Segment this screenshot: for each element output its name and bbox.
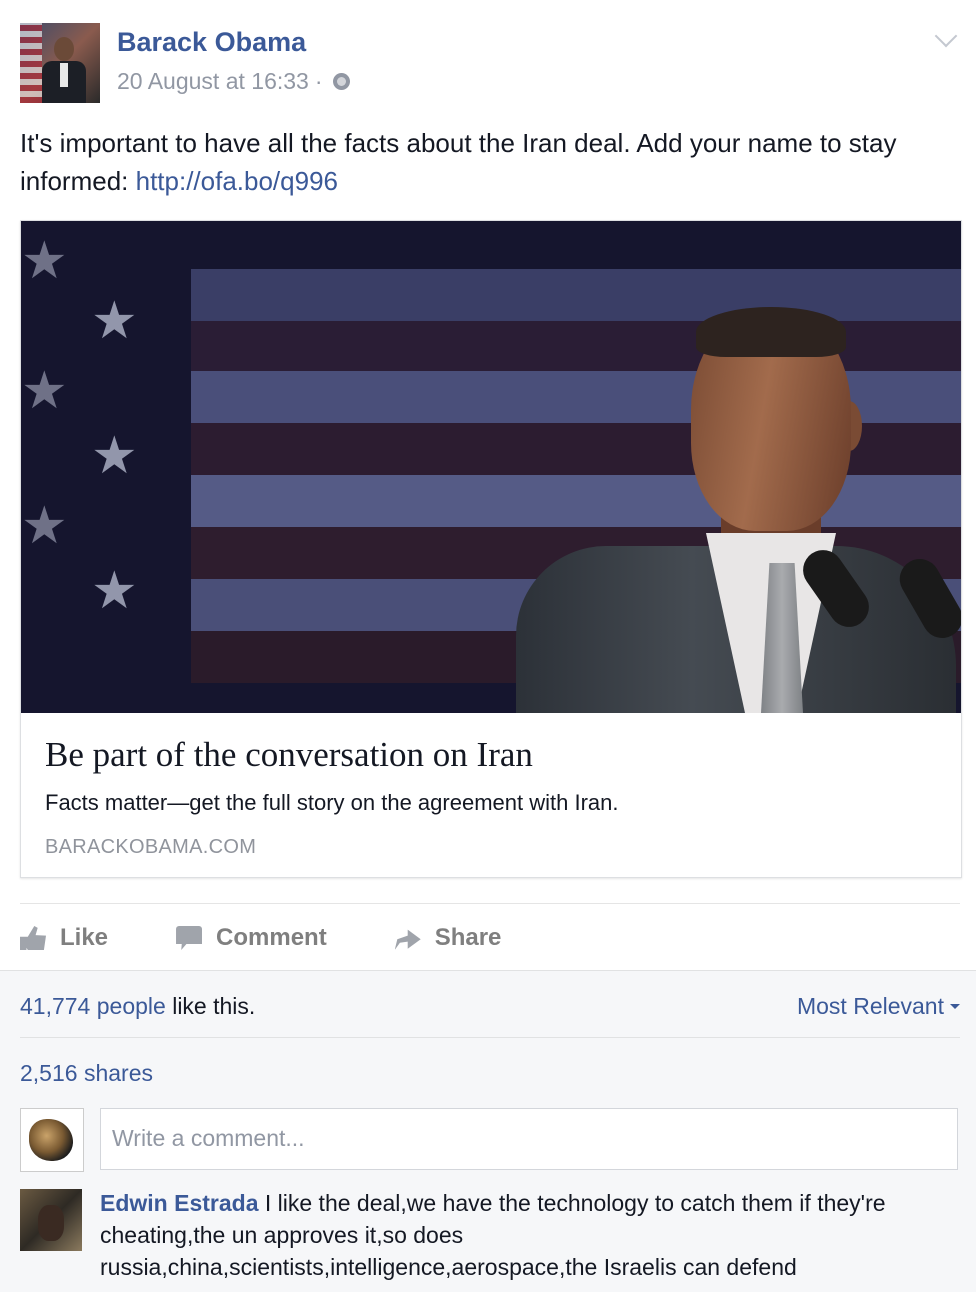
star-icon: ★ bbox=[21, 232, 68, 290]
commenter-avatar[interactable] bbox=[20, 1189, 82, 1251]
thumbs-up-icon bbox=[20, 926, 46, 950]
likes-suffix: like this. bbox=[165, 993, 256, 1019]
comment-item: Edwin Estrada I like the deal,we have th… bbox=[100, 1187, 940, 1283]
caret-down-icon bbox=[950, 1004, 960, 1009]
star-icon: ★ bbox=[91, 292, 138, 350]
commenter-name[interactable]: Edwin Estrada bbox=[100, 1190, 258, 1216]
comment-box[interactable] bbox=[100, 1108, 958, 1170]
star-icon: ★ bbox=[21, 362, 68, 420]
avatar-head bbox=[54, 37, 74, 61]
card-description: Facts matter—get the full story on the a… bbox=[45, 790, 619, 815]
comment-button[interactable]: Comment bbox=[176, 924, 327, 952]
comment-input[interactable] bbox=[101, 1109, 943, 1167]
speaker-figure bbox=[516, 301, 961, 713]
shares-link[interactable]: 2,516 shares bbox=[20, 1060, 153, 1087]
like-label: Like bbox=[60, 924, 109, 951]
post-meta: 20 August at 16:33 · bbox=[117, 68, 350, 95]
star-icon: ★ bbox=[21, 497, 68, 555]
post-actions: Like Comment Share bbox=[20, 918, 569, 958]
star-icon: ★ bbox=[91, 562, 138, 620]
share-label: Share bbox=[434, 924, 502, 951]
post-text: It's important to have all the facts abo… bbox=[20, 124, 940, 200]
post-link[interactable]: http://ofa.bo/q996 bbox=[136, 166, 338, 196]
globe-icon[interactable] bbox=[332, 73, 350, 90]
card-image[interactable]: ★ ★ ★ ★ ★ ★ bbox=[21, 221, 961, 713]
star-icon: ★ bbox=[91, 427, 138, 485]
avatar-image bbox=[38, 1205, 64, 1241]
avatar-flag bbox=[20, 23, 42, 103]
card-domain: BARACKOBAMA.COM bbox=[45, 836, 257, 858]
author-avatar[interactable] bbox=[20, 23, 100, 103]
likes-summary: 41,774 people like this. bbox=[20, 993, 255, 1020]
like-button[interactable]: Like bbox=[20, 924, 108, 952]
chevron-down-icon[interactable] bbox=[934, 24, 958, 48]
link-preview-card[interactable]: ★ ★ ★ ★ ★ ★ Be part of the conversation … bbox=[20, 220, 962, 878]
sort-label: Most Relevant bbox=[796, 993, 944, 1019]
post-timestamp[interactable]: 20 August at 16:33 bbox=[117, 68, 309, 95]
card-body[interactable]: Be part of the conversation on Iran Fact… bbox=[21, 713, 961, 877]
avatar-shirt bbox=[60, 63, 68, 87]
avatar-image bbox=[29, 1119, 73, 1161]
share-arrow-icon bbox=[394, 929, 421, 950]
share-button[interactable]: Share bbox=[394, 924, 502, 952]
current-user-avatar[interactable] bbox=[20, 1108, 84, 1172]
speech-bubble-icon bbox=[176, 926, 203, 950]
sort-dropdown[interactable]: Most Relevant bbox=[797, 993, 960, 1020]
likes-count-link[interactable]: 41,774 people bbox=[20, 993, 166, 1019]
author-name[interactable]: Barack Obama bbox=[117, 27, 306, 58]
actions-divider bbox=[20, 903, 960, 904]
footer-separator bbox=[20, 1037, 960, 1038]
speaker-hair bbox=[696, 307, 846, 357]
meta-separator: · bbox=[314, 68, 323, 94]
comment-label: Comment bbox=[216, 924, 327, 951]
facebook-post: Barack Obama 20 August at 16:33 · It's i… bbox=[0, 0, 976, 1292]
card-title[interactable]: Be part of the conversation on Iran bbox=[45, 735, 533, 775]
post-footer: 41,774 people like this. Most Relevant 2… bbox=[0, 970, 976, 1292]
